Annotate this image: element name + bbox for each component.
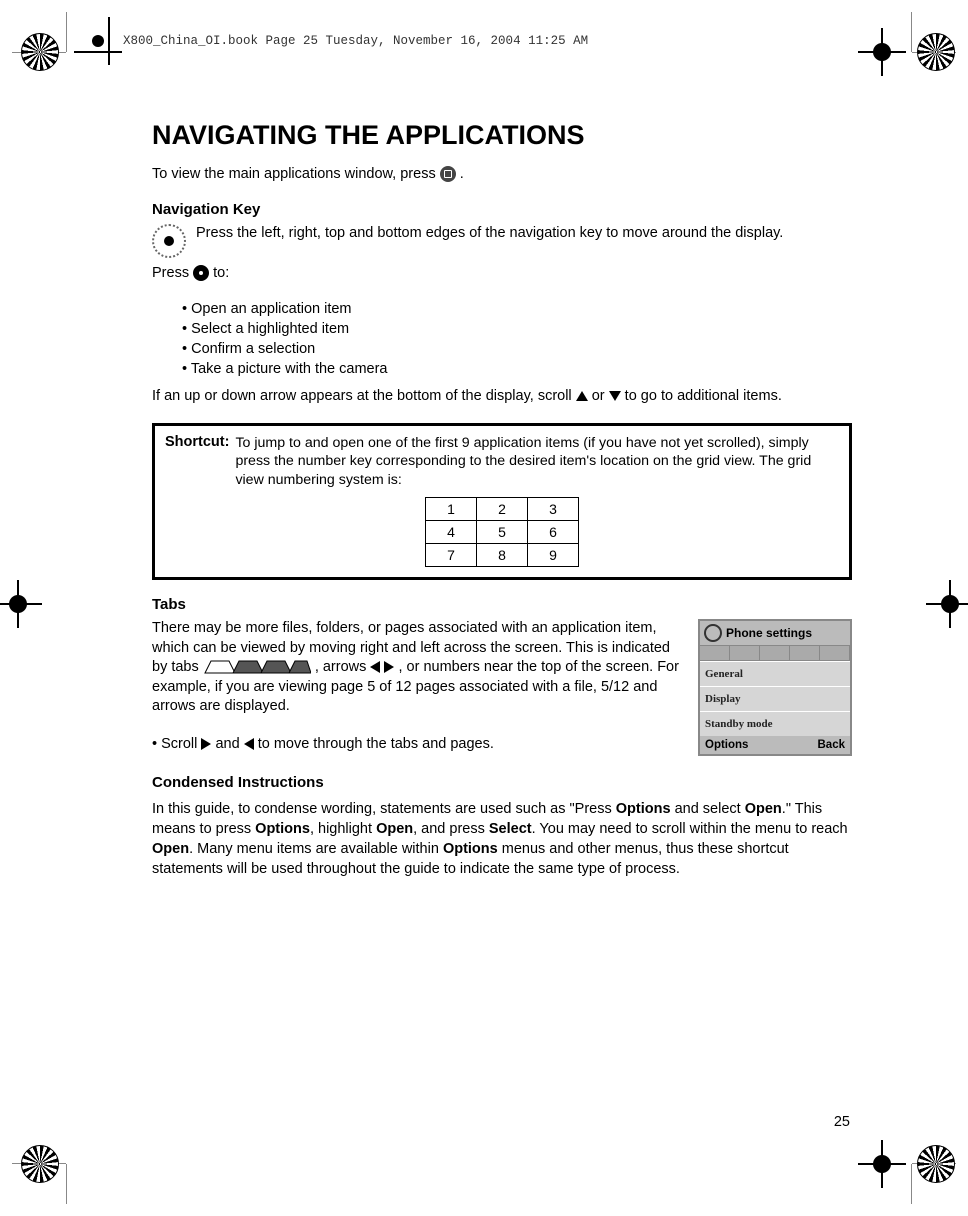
print-mark-wheel [912,1140,960,1188]
shortcut-callout: Shortcut: To jump to and open one of the… [152,423,852,580]
press-actions-list: Open an application item Select a highli… [182,299,852,379]
condensed-heading: Condensed Instructions [152,774,852,791]
phone-item-display: Display [700,686,850,711]
print-mark-wheel [912,28,960,76]
down-arrow-icon [609,391,621,401]
print-crop-mark [0,580,42,628]
phone-title: Phone settings [726,626,812,640]
print-mark-wheel [16,1140,64,1188]
gear-icon [704,624,722,642]
tabs-icon [203,659,311,675]
left-arrow-icon [370,661,380,673]
shortcut-text: To jump to and open one of the first 9 a… [235,434,839,489]
navigation-key-paragraph: Press the left, right, top and bottom ed… [196,224,783,244]
right-arrow-icon [384,661,394,673]
press-to-line: Press to: [152,264,852,284]
phone-softkey-right: Back [818,739,846,751]
numbering-grid: 123 456 789 [425,497,579,567]
right-arrow-icon [201,738,211,750]
left-arrow-icon [244,738,254,750]
imprint-text: X800_China_OI.book Page 25 Tuesday, Nove… [123,34,588,48]
shortcut-label: Shortcut: [165,434,229,489]
page-header-imprint: X800_China_OI.book Page 25 Tuesday, Nove… [85,28,908,54]
phone-tabs-row [700,645,850,661]
apps-key-icon [440,166,456,182]
print-mark-wheel [16,28,64,76]
print-crop-mark [926,580,968,628]
print-crop-mark [858,1140,906,1188]
list-item: Open an application item [182,299,852,319]
center-key-icon [193,265,209,281]
list-item: Take a picture with the camera [182,359,852,379]
tabs-scroll-item: Scroll and to move through the tabs and … [152,733,686,757]
intro-paragraph: To view the main applications window, pr… [152,165,852,185]
condensed-paragraph: In this guide, to condense wording, stat… [152,799,852,879]
list-item: Select a highlighted item [182,319,852,339]
phone-softkey-left: Options [705,739,748,751]
page-number: 25 [834,1114,850,1130]
up-arrow-icon [576,391,588,401]
navigation-key-heading: Navigation Key [152,201,852,218]
phone-settings-screenshot: Phone settings General Display Standby m… [698,619,852,756]
tabs-heading: Tabs [152,596,852,613]
tabs-paragraph: There may be more files, folders, or pag… [152,619,686,717]
list-item: Confirm a selection [182,339,852,359]
navigation-key-icon [152,224,186,258]
phone-item-general: General [700,661,850,686]
scroll-paragraph: If an up or down arrow appears at the bo… [152,387,852,407]
phone-item-standby: Standby mode [700,711,850,736]
page-title: NAVIGATING THE APPLICATIONS [152,120,852,151]
